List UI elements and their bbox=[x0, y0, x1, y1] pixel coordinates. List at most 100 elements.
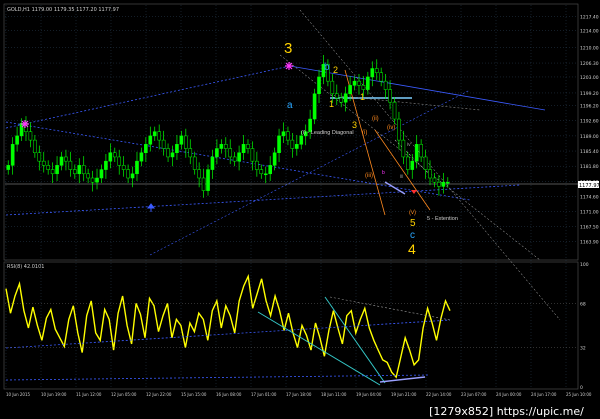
candle-body bbox=[286, 131, 290, 141]
rsi-tick-label: 68 bbox=[580, 301, 586, 307]
candle-body bbox=[192, 156, 197, 170]
price-tick-label: 1196.20 bbox=[580, 104, 599, 110]
price-tick-label: 1214.00 bbox=[580, 29, 599, 35]
price-tick-label: 1206.30 bbox=[580, 61, 599, 67]
time-tick-label: 16 Jun 08:00 bbox=[216, 392, 242, 397]
candle-body bbox=[241, 144, 246, 153]
candle-body bbox=[175, 144, 179, 153]
candle-body bbox=[77, 165, 82, 175]
time-axis: 10 Jun 2015 10 Jun 19:00 11 Jun 12:00 12 Ju… bbox=[6, 392, 592, 397]
candle-body bbox=[95, 177, 99, 183]
current-price-label: 1177.97 bbox=[579, 183, 600, 189]
rsi-tick-label: 0 bbox=[580, 385, 583, 391]
candle-body bbox=[445, 181, 450, 184]
price-tick-label: 1181.80 bbox=[580, 164, 599, 170]
sub-wave-b-label: b bbox=[382, 170, 385, 176]
wave-1b-label: 1 bbox=[360, 92, 365, 102]
candle-body bbox=[401, 139, 406, 158]
sub-wave-iii-label: iii bbox=[400, 174, 403, 180]
trading-chart: GOLD,H1 1179.00 1179.35 1177.20 1177.97 … bbox=[3, 3, 600, 397]
candle-body bbox=[348, 85, 352, 95]
candle-body bbox=[295, 144, 299, 149]
time-tick-label: 18 Jun 11:00 bbox=[321, 392, 347, 397]
wave-4-label: 4 bbox=[408, 241, 416, 257]
time-tick-label: 15 Jun 15:00 bbox=[181, 392, 207, 397]
rsi-axis: 100 68 32 0 bbox=[5, 262, 589, 391]
wave-iii-label: (iii) bbox=[365, 173, 373, 179]
candle-body bbox=[37, 152, 42, 162]
candle-body bbox=[206, 169, 210, 191]
candle-body bbox=[157, 131, 161, 141]
time-tick-label: 12 Jun 22:00 bbox=[146, 392, 172, 397]
candle-body bbox=[268, 165, 272, 175]
extention-label: 5 - Extention bbox=[427, 216, 458, 222]
candle-body bbox=[197, 169, 201, 179]
candle-body bbox=[317, 76, 321, 95]
red-arrow-down-icon bbox=[411, 190, 417, 194]
candle-body bbox=[277, 135, 281, 153]
rsi-tick-label: 32 bbox=[580, 346, 586, 352]
candle-body bbox=[184, 135, 188, 149]
time-tick-label: 10 Jun 2015 bbox=[6, 392, 31, 397]
candle-body bbox=[255, 160, 259, 170]
candle-body bbox=[59, 156, 64, 166]
candle-body bbox=[357, 80, 361, 86]
candle-body bbox=[339, 97, 344, 103]
candle-body bbox=[397, 118, 401, 141]
time-tick-label: 25 Jun 10:00 bbox=[566, 392, 592, 397]
wave-3-major-label: 3 bbox=[284, 40, 292, 57]
time-tick-label: 19 Jun 21:00 bbox=[391, 392, 417, 397]
candle-body bbox=[139, 152, 144, 162]
wave-iv-label: (iv) bbox=[387, 125, 395, 131]
candle-body bbox=[330, 80, 335, 95]
time-tick-label: 24 Jun 17:00 bbox=[531, 392, 557, 397]
candle-body bbox=[135, 160, 139, 175]
candle-body bbox=[312, 93, 317, 120]
price-tick-label: 1210.00 bbox=[580, 45, 599, 51]
candle-body bbox=[406, 156, 410, 170]
candle-body bbox=[263, 173, 268, 176]
price-tick-label: 1189.00 bbox=[580, 134, 599, 140]
price-tick-label: 1192.60 bbox=[580, 119, 599, 125]
candle-body bbox=[232, 156, 237, 162]
candle-body bbox=[228, 148, 233, 158]
candle-body bbox=[210, 156, 215, 170]
magenta-star-icon bbox=[285, 62, 293, 70]
candle-body bbox=[68, 160, 73, 170]
candle-body bbox=[6, 165, 11, 170]
candle-body bbox=[188, 148, 193, 158]
candle-body bbox=[50, 169, 55, 175]
candle-body bbox=[33, 139, 37, 153]
candle-body bbox=[259, 169, 264, 175]
time-tick-label: 23 Jun 07:00 bbox=[461, 392, 487, 397]
lower-channel-line bbox=[5, 184, 521, 216]
wave-a-label: a bbox=[287, 100, 293, 111]
time-tick-label: 22 Jun 14:00 bbox=[426, 392, 452, 397]
candle-body bbox=[419, 144, 423, 158]
candle-body bbox=[223, 144, 228, 149]
wave-i-label: (i) bbox=[362, 130, 367, 136]
wave-5-label: 5 bbox=[410, 218, 416, 229]
price-tick-label: 1171.00 bbox=[580, 210, 599, 216]
wave-v-label: (v) bbox=[409, 210, 416, 216]
candle-body bbox=[388, 89, 392, 103]
candlestick-series bbox=[6, 55, 450, 198]
time-tick-label: 11 Jun 12:00 bbox=[76, 392, 102, 397]
candle-body bbox=[383, 80, 388, 90]
candle-body bbox=[55, 165, 59, 175]
price-tick-label: 1199.20 bbox=[580, 91, 599, 97]
wave-b-label: b bbox=[324, 62, 330, 73]
candle-body bbox=[166, 148, 170, 158]
candle-body bbox=[121, 165, 126, 170]
price-tick-label: 1203.00 bbox=[580, 75, 599, 81]
candle-body bbox=[246, 144, 250, 149]
candle-body bbox=[219, 144, 224, 149]
candle-body bbox=[15, 135, 19, 145]
candle-body bbox=[343, 93, 348, 103]
candle-body bbox=[126, 169, 130, 179]
grid-lines bbox=[5, 5, 578, 388]
upper-channel-line bbox=[5, 65, 291, 129]
price-tick-label: 1174.60 bbox=[580, 195, 599, 201]
wave-c-label: c bbox=[410, 230, 415, 241]
price-axis: 1217.40 1214.00 1210.00 1206.30 1203.00 1199.… bbox=[580, 14, 599, 245]
